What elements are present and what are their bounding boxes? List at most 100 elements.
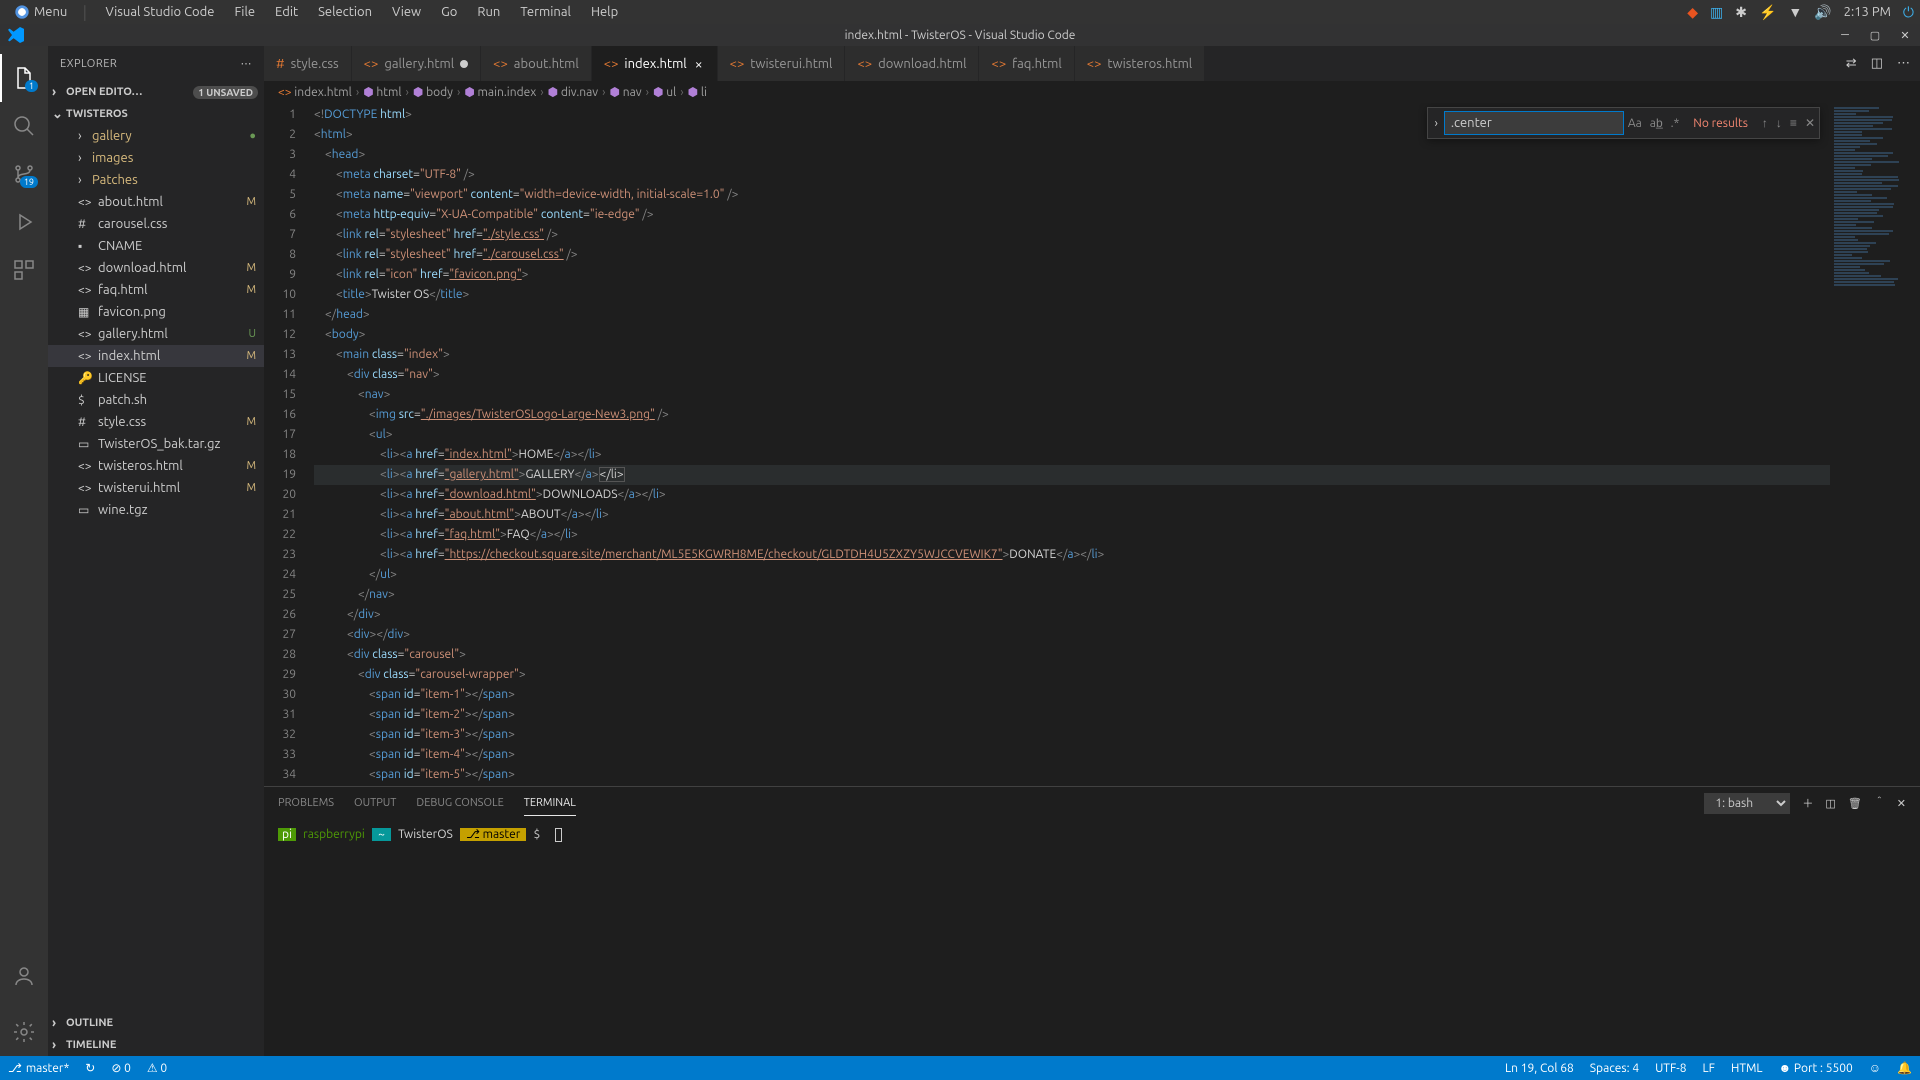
code-editor[interactable]: <!DOCTYPE html><html> <head> <meta chars…: [314, 103, 1830, 786]
clock[interactable]: 2:13 PM: [1844, 5, 1891, 19]
tray-icon[interactable]: ◆: [1687, 4, 1698, 21]
file-item[interactable]: <>download.htmlM: [48, 257, 264, 279]
terminal-body[interactable]: pi raspberrypi ~ TwisterOS ⎇ master $: [264, 819, 1920, 1056]
status-branch[interactable]: ⎇ master*: [0, 1061, 77, 1075]
status-port[interactable]: ☻ Port : 5500: [1771, 1061, 1861, 1075]
status-errors[interactable]: ⊘ 0: [103, 1061, 139, 1075]
split-editor-icon[interactable]: ◫: [1871, 56, 1883, 71]
minimap[interactable]: [1830, 103, 1920, 786]
status-encoding[interactable]: UTF-8: [1647, 1061, 1694, 1075]
status-warnings[interactable]: ⚠ 0: [139, 1061, 175, 1075]
crumb-item[interactable]: ⬢ body: [413, 85, 453, 99]
file-item[interactable]: ▭wine.tgz: [48, 499, 264, 521]
scm-activity[interactable]: 19: [0, 150, 48, 198]
power-icon[interactable]: ⚡: [1759, 4, 1776, 21]
next-match-icon[interactable]: ↓: [1772, 116, 1786, 130]
find-selection-icon[interactable]: ≡: [1786, 116, 1801, 130]
maximize-button[interactable]: ▢: [1860, 24, 1890, 46]
menu-file[interactable]: File: [224, 5, 265, 19]
accounts-activity[interactable]: [0, 952, 48, 1000]
editor-tab[interactable]: <>download.html: [845, 46, 979, 81]
terminal-tab[interactable]: TERMINAL: [524, 791, 576, 816]
file-item[interactable]: <>twisterui.htmlM: [48, 477, 264, 499]
debug-activity[interactable]: [0, 198, 48, 246]
workspace-section[interactable]: ⌄TWISTEROS: [48, 103, 264, 125]
editor-tab[interactable]: <>twisteros.html: [1075, 46, 1205, 81]
editor-tab[interactable]: <>about.html: [481, 46, 592, 81]
breadcrumb[interactable]: <> index.html›⬢ html›⬢ body›⬢ main.index…: [264, 81, 1920, 103]
compare-icon[interactable]: ⇄: [1846, 56, 1857, 71]
shutdown-icon[interactable]: ⏻: [1903, 4, 1914, 21]
minimize-button[interactable]: ─: [1830, 24, 1860, 46]
bluetooth-icon[interactable]: ✱: [1735, 4, 1747, 21]
folder-item[interactable]: ›images: [48, 147, 264, 169]
editor-more-icon[interactable]: ⋯: [1897, 56, 1910, 71]
match-word-icon[interactable]: ab̲: [1646, 116, 1667, 130]
menu-run[interactable]: Run: [467, 5, 510, 19]
crumb-item[interactable]: ⬢ nav: [610, 85, 642, 99]
status-language[interactable]: HTML: [1723, 1061, 1771, 1075]
editor-tab[interactable]: <>twisterui.html: [718, 46, 846, 81]
file-item[interactable]: 🔑LICENSE: [48, 367, 264, 389]
problems-tab[interactable]: PROBLEMS: [278, 791, 334, 815]
debug-console-tab[interactable]: DEBUG CONSOLE: [416, 791, 503, 815]
output-tab[interactable]: OUTPUT: [354, 791, 396, 815]
regex-icon[interactable]: .*: [1667, 117, 1684, 130]
crumb-item[interactable]: ⬢ html: [363, 85, 401, 99]
status-sync[interactable]: ↻: [77, 1061, 103, 1075]
editor-tab[interactable]: #style.css: [264, 46, 352, 81]
folder-item[interactable]: ›Patches: [48, 169, 264, 191]
terminal-selector[interactable]: 1: bash: [1704, 793, 1790, 814]
search-activity[interactable]: [0, 102, 48, 150]
file-item[interactable]: <>faq.htmlM: [48, 279, 264, 301]
status-spaces[interactable]: Spaces: 4: [1582, 1061, 1647, 1075]
editor-tab[interactable]: <>index.html×: [592, 46, 718, 81]
menu-help[interactable]: Help: [581, 5, 628, 19]
editor-tab[interactable]: <>faq.html: [979, 46, 1074, 81]
file-item[interactable]: $patch.sh: [48, 389, 264, 411]
crumb-item[interactable]: ⬢ li: [688, 85, 707, 99]
file-item[interactable]: #carousel.css: [48, 213, 264, 235]
file-item[interactable]: #style.cssM: [48, 411, 264, 433]
prev-match-icon[interactable]: ↑: [1758, 116, 1772, 130]
file-item[interactable]: ▦favicon.png: [48, 301, 264, 323]
file-item[interactable]: <>index.htmlM: [48, 345, 264, 367]
close-window-button[interactable]: ✕: [1890, 24, 1920, 46]
file-item[interactable]: <>gallery.htmlU: [48, 323, 264, 345]
menu-view[interactable]: View: [382, 5, 431, 19]
new-terminal-icon[interactable]: ＋: [1802, 795, 1813, 811]
editor-tab[interactable]: <>gallery.html: [352, 46, 481, 81]
volume-icon[interactable]: 🔊: [1814, 4, 1831, 21]
os-menu-button[interactable]: Menu: [6, 4, 75, 20]
menu-go[interactable]: Go: [431, 5, 467, 19]
status-eol[interactable]: LF: [1695, 1061, 1723, 1075]
outline-section[interactable]: ›OUTLINE: [48, 1012, 264, 1034]
menu-terminal[interactable]: Terminal: [510, 5, 581, 19]
maximize-panel-icon[interactable]: ＾: [1874, 795, 1885, 811]
crumb-item[interactable]: ⬢ div.nav: [548, 85, 598, 99]
menu-vscode[interactable]: Visual Studio Code: [95, 5, 224, 19]
kill-terminal-icon[interactable]: 🗑: [1848, 797, 1862, 810]
crumb-item[interactable]: ⬢ main.index: [464, 85, 536, 99]
timeline-section[interactable]: ›TIMELINE: [48, 1034, 264, 1056]
menu-edit[interactable]: Edit: [265, 5, 308, 19]
find-toggle-icon[interactable]: ›: [1428, 117, 1443, 130]
close-panel-icon[interactable]: ✕: [1897, 797, 1906, 810]
status-position[interactable]: Ln 19, Col 68: [1497, 1061, 1582, 1075]
open-editors-section[interactable]: ›OPEN EDITO…1 UNSAVED: [48, 81, 264, 103]
file-item[interactable]: ▭TwisterOS_bak.tar.gz: [48, 433, 264, 455]
settings-activity[interactable]: [0, 1008, 48, 1056]
status-feedback-icon[interactable]: ☺: [1861, 1061, 1889, 1075]
crumb-item[interactable]: ⬢ ul: [653, 85, 676, 99]
extensions-activity[interactable]: [0, 246, 48, 294]
crumb-item[interactable]: <> index.html: [278, 86, 352, 99]
wifi-icon[interactable]: ▼: [1788, 4, 1802, 20]
find-input[interactable]: [1444, 111, 1624, 135]
file-item[interactable]: <>about.htmlM: [48, 191, 264, 213]
file-item[interactable]: <>twisteros.htmlM: [48, 455, 264, 477]
file-item[interactable]: ▪CNAME: [48, 235, 264, 257]
close-tab-icon[interactable]: ×: [693, 56, 705, 72]
close-find-icon[interactable]: ✕: [1801, 116, 1819, 130]
status-bell-icon[interactable]: 🔔: [1889, 1061, 1920, 1075]
split-terminal-icon[interactable]: ◫: [1825, 797, 1835, 810]
